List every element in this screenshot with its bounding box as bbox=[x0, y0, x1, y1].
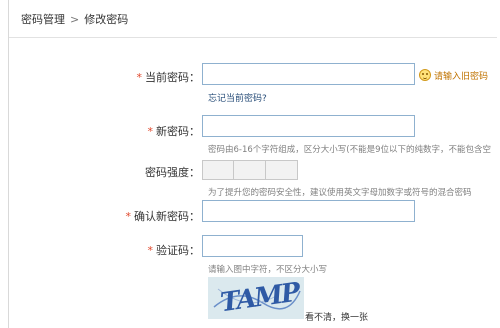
breadcrumb-current: 修改密码 bbox=[84, 13, 129, 26]
current-password-tip: 请输入旧密码 bbox=[419, 68, 488, 82]
captcha-image[interactable]: TAMP bbox=[208, 277, 304, 319]
password-strength-meter bbox=[202, 160, 298, 180]
current-password-tip-text: 请输入旧密码 bbox=[434, 71, 489, 82]
new-password-hint: 密码由6-16个字符组成，区分大小写(不能是9位以下的纯数字，不能包含空 bbox=[208, 145, 492, 155]
current-password-input[interactable] bbox=[202, 63, 415, 85]
confirm-password-input[interactable] bbox=[202, 200, 415, 222]
strength-hint: 为了提升您的密码安全性，建议使用英文字母加数字或符号的混合密码 bbox=[208, 188, 472, 198]
forgot-password-link[interactable]: 忘记当前密码? bbox=[208, 91, 267, 104]
captcha-label-text: 验证码： bbox=[156, 244, 200, 257]
required-mark: * bbox=[125, 210, 132, 223]
captcha-input[interactable] bbox=[202, 235, 303, 257]
strength-label: 密码强度： bbox=[145, 166, 200, 179]
breadcrumb-password-management[interactable]: 密码管理 bbox=[21, 13, 65, 26]
required-mark: * bbox=[147, 125, 154, 138]
new-password-input[interactable] bbox=[202, 115, 415, 137]
captcha-hint: 请输入图中字符，不区分大小写 bbox=[208, 265, 328, 275]
current-password-label: * 当前密码： bbox=[0, 69, 201, 85]
strength-segment-strong bbox=[266, 160, 298, 180]
breadcrumb: 密码管理 > 修改密码 bbox=[21, 11, 128, 27]
required-mark: * bbox=[147, 244, 154, 257]
captcha-label: * 验证码： bbox=[0, 242, 201, 258]
strength-segment-medium bbox=[234, 160, 266, 180]
breadcrumb-bar: 密码管理 > 修改密码 bbox=[9, 0, 497, 38]
new-password-label-text: 新密码： bbox=[156, 125, 200, 138]
confirm-password-label-text: 确认新密码： bbox=[134, 210, 200, 223]
captcha-refresh-link[interactable]: 看不清，换一张 bbox=[305, 310, 368, 323]
confirm-password-label: * 确认新密码： bbox=[0, 208, 201, 224]
current-password-label-text: 当前密码： bbox=[145, 71, 200, 84]
new-password-label: * 新密码： bbox=[0, 123, 201, 139]
required-mark: * bbox=[136, 71, 143, 84]
breadcrumb-separator: > bbox=[70, 13, 80, 26]
strength-segment-weak bbox=[202, 160, 234, 180]
smile-icon bbox=[419, 69, 431, 81]
